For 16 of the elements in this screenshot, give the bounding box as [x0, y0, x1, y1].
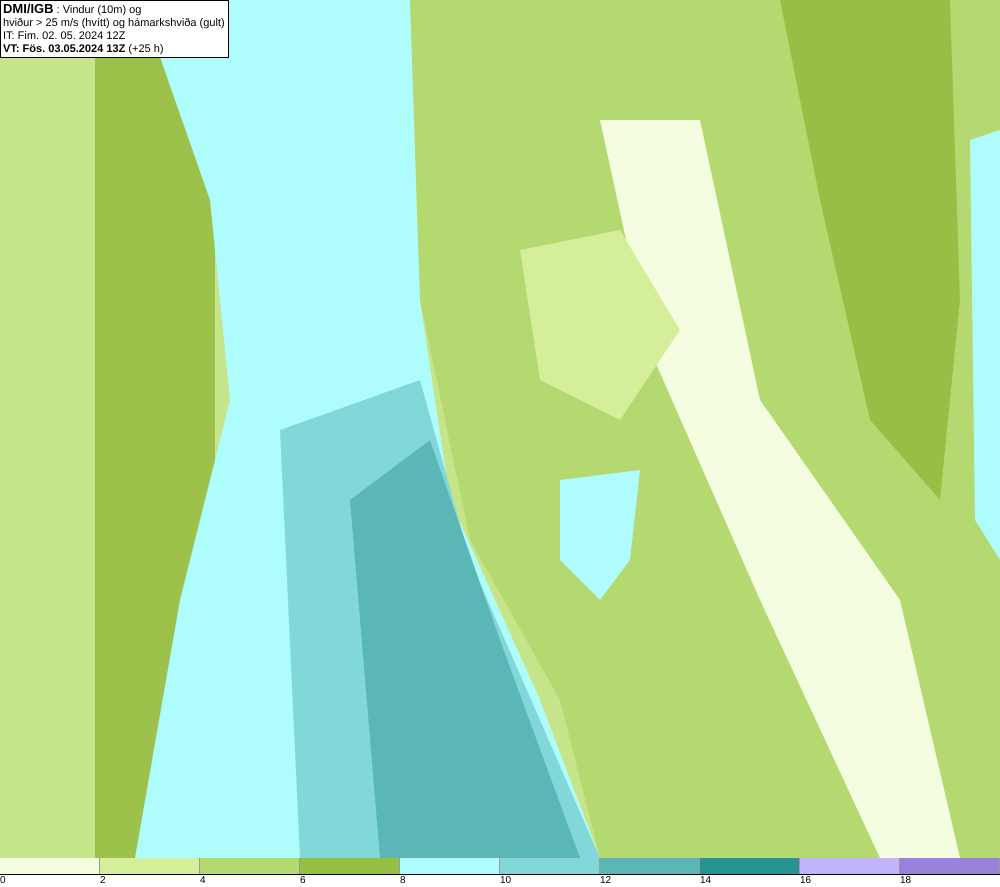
forecast-offset: (+25 h) — [127, 43, 164, 55]
legend-label: 4 — [200, 875, 206, 887]
legend-label: 2 — [100, 875, 106, 887]
legend-label: 18 — [900, 875, 912, 887]
legend-label: 0 — [0, 875, 6, 887]
legend-label: 12 — [600, 875, 612, 887]
initial-time: IT: Fim. 02. 05. 2024 12Z — [3, 30, 126, 43]
valid-time: VT: Fös. 03.05.2024 13Z — [3, 43, 126, 55]
legend-label: 10 — [500, 875, 512, 887]
source-label: DMI/IGB — [3, 1, 54, 16]
map-title: : Vindur (10m) og — [56, 4, 142, 16]
legend-label: 6 — [300, 875, 306, 887]
legend-label: 16 — [800, 875, 812, 887]
legend-label: 8 — [400, 875, 406, 887]
legend-label: 14 — [700, 875, 712, 887]
map-subtitle: hviður > 25 m/s (hvítt) og hámarkshviða (gult) — [3, 17, 226, 30]
